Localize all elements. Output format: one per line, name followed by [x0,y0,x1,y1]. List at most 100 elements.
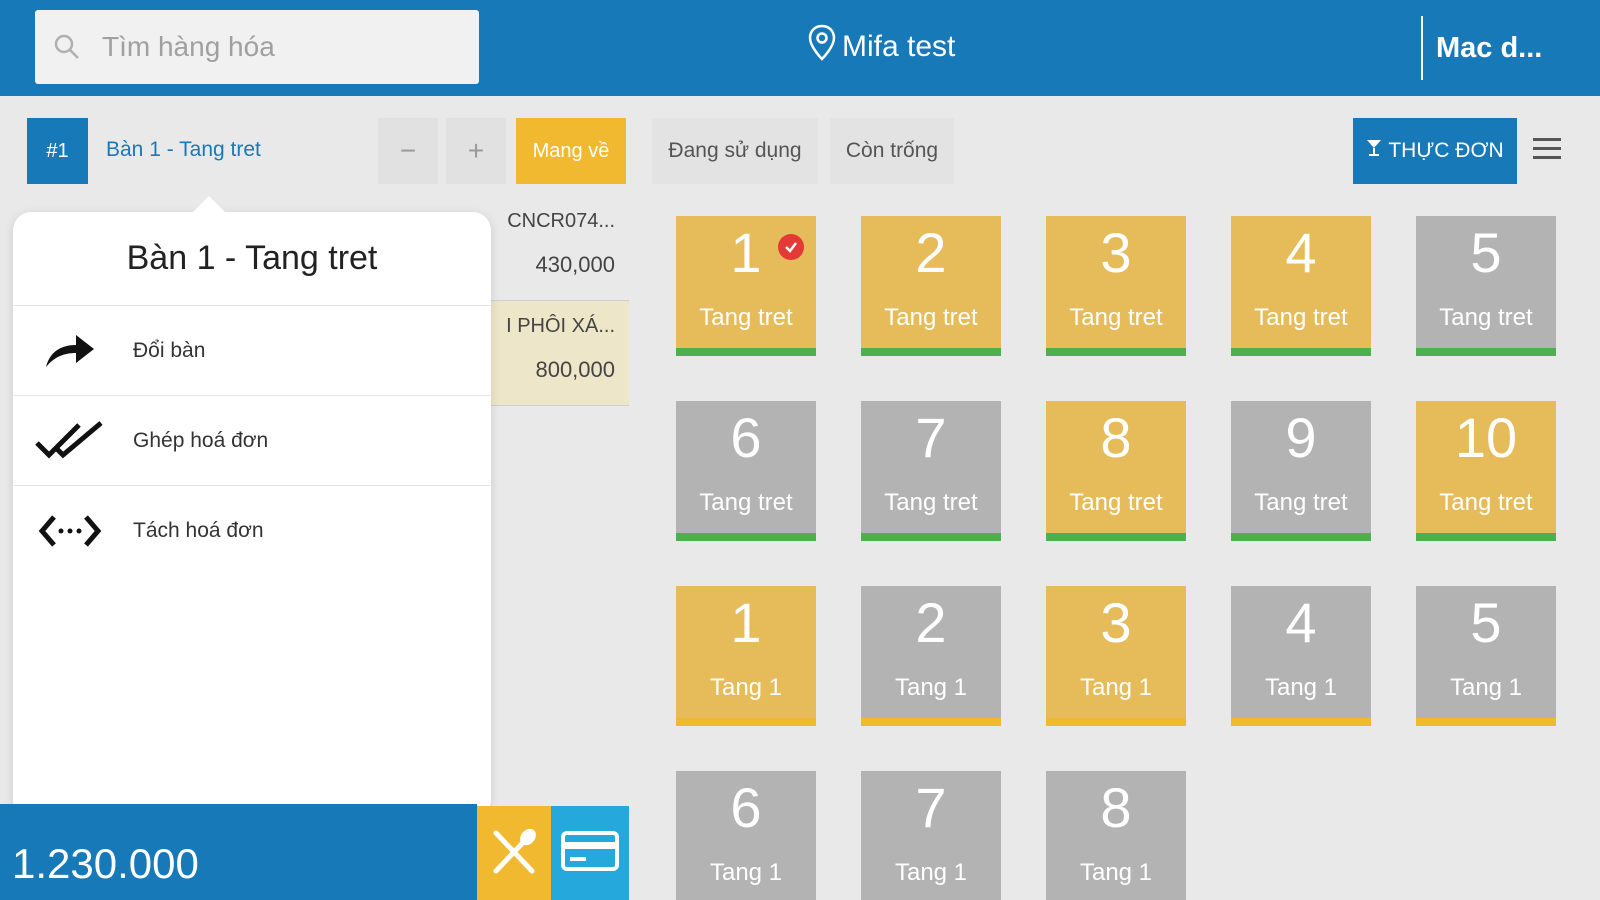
search-input[interactable] [102,31,462,63]
table-number: 6 [730,776,762,839]
table-tile[interactable]: 6 Tang 1 [676,771,816,900]
table-number: 5 [1470,221,1502,284]
split-bill-action[interactable]: Tách hoá đơn [13,486,491,576]
table-number: 1 [730,591,762,654]
filter-available[interactable]: Còn trống [830,118,954,184]
order-total: 1.230.000 [12,840,199,887]
table-status-bar [1231,533,1371,541]
search-box[interactable] [35,10,479,84]
selected-check-icon [778,234,804,260]
store-selector[interactable]: Mifa test [808,24,955,70]
order-item-price: 800,000 [535,357,615,382]
table-area: Tang tret [699,489,793,516]
search-icon [52,32,82,62]
table-tile[interactable]: 7 Tang 1 [861,771,1001,900]
table-area: Tang tret [1439,304,1533,331]
location-pin-icon [808,24,836,70]
change-table-action[interactable]: Đổi bàn [13,306,491,396]
table-number: 4 [1285,221,1317,284]
table-area: Tang tret [1069,304,1163,331]
table-status-bar [1416,718,1556,726]
table-actions-popover: Bàn 1 - Tang tret Đổi bàn Ghép hoá đơn T… [13,196,491,818]
split-arrows-icon [35,506,105,556]
table-area: Tang tret [1254,304,1348,331]
table-tile[interactable]: 9 Tang tret [1231,401,1371,541]
table-status-bar [1231,348,1371,356]
table-tile[interactable]: 2 Tang tret [861,216,1001,356]
change-table-label: Đổi bàn [133,338,206,362]
order-title[interactable]: Bàn 1 - Tang tret [106,138,261,162]
table-area: Tang tret [699,304,793,331]
plus-button[interactable]: + [446,118,506,184]
table-grid: 1 Tang tret 2 Tang tret 3 Tang tret 4 Tang tret… [676,216,1568,900]
merge-bill-action[interactable]: Ghép hoá đơn [13,396,491,486]
table-area: Tang 1 [1264,674,1338,701]
table-status-bar [1416,533,1556,541]
table-area: Tang tret [1254,489,1348,516]
table-tile[interactable]: 3 Tang 1 [1046,586,1186,726]
table-number: 3 [1100,221,1132,284]
store-name: Mifa test [842,30,956,63]
takeaway-button[interactable]: Mang về [516,118,626,184]
table-number: 1 [730,221,762,284]
order-item-price: 430,000 [535,252,615,277]
table-number: 2 [915,591,947,654]
split-bill-label: Tách hoá đơn [133,519,264,542]
table-area: Tang 1 [709,859,783,886]
table-area: Tang tret [1069,489,1163,516]
filter-in-use[interactable]: Đang sử dụng [652,118,818,184]
table-area: Tang 1 [1449,674,1523,701]
table-number: 9 [1285,406,1317,469]
table-status-bar [861,718,1001,726]
table-number: 7 [915,406,947,469]
table-number: 5 [1470,591,1502,654]
table-status-bar [676,348,816,356]
table-tile[interactable]: 4 Tang 1 [1231,586,1371,726]
table-tile[interactable]: 5 Tang 1 [1416,586,1556,726]
table-area: Tang 1 [709,674,783,701]
order-item-name: CNCR074... [507,210,615,232]
fork-knife-icon [488,825,540,882]
table-status-bar [1231,718,1371,726]
credit-card-icon [560,830,620,877]
table-tile[interactable]: 4 Tang tret [1231,216,1371,356]
order-tab-number[interactable]: #1 [27,118,88,184]
cocktail-icon [1366,139,1382,163]
table-tile[interactable]: 1 Tang tret [676,216,816,356]
table-status-bar [1046,348,1186,356]
popover-arrow [191,196,227,214]
popover-title: Bàn 1 - Tang tret [13,212,491,306]
table-area: Tang 1 [894,674,968,701]
table-status-bar [1046,718,1186,726]
table-tile[interactable]: 8 Tang tret [1046,401,1186,541]
table-tile[interactable]: 6 Tang tret [676,401,816,541]
top-bar: Mifa test Mac d... [0,0,1600,96]
table-number: 8 [1100,406,1132,469]
table-tile[interactable]: 2 Tang 1 [861,586,1001,726]
table-number: 4 [1285,591,1317,654]
table-status-bar [676,533,816,541]
merge-bill-label: Ghép hoá đơn [133,428,269,452]
table-status-bar [861,533,1001,541]
payment-button[interactable] [551,806,629,900]
table-area: Tang tret [884,489,978,516]
table-status-bar [1416,348,1556,356]
table-number: 7 [915,776,947,839]
header-divider [1421,16,1423,80]
user-name[interactable]: Mac d... [1436,32,1542,65]
menu-button[interactable]: THỰC ĐƠN [1353,118,1517,184]
hamburger-menu-icon[interactable] [1533,138,1561,162]
table-number: 8 [1100,776,1132,839]
table-area: Tang 1 [1079,674,1153,701]
table-tile[interactable]: 10 Tang tret [1416,401,1556,541]
table-area: Tang tret [1439,489,1533,516]
double-check-icon [35,416,105,466]
table-tile[interactable]: 7 Tang tret [861,401,1001,541]
table-tile[interactable]: 5 Tang tret [1416,216,1556,356]
table-tile[interactable]: 3 Tang tret [1046,216,1186,356]
order-item-name: I PHÔI XÁ... [506,315,615,337]
table-tile[interactable]: 8 Tang 1 [1046,771,1186,900]
minus-button[interactable]: − [378,118,438,184]
table-tile[interactable]: 1 Tang 1 [676,586,816,726]
kitchen-button[interactable] [477,806,551,900]
